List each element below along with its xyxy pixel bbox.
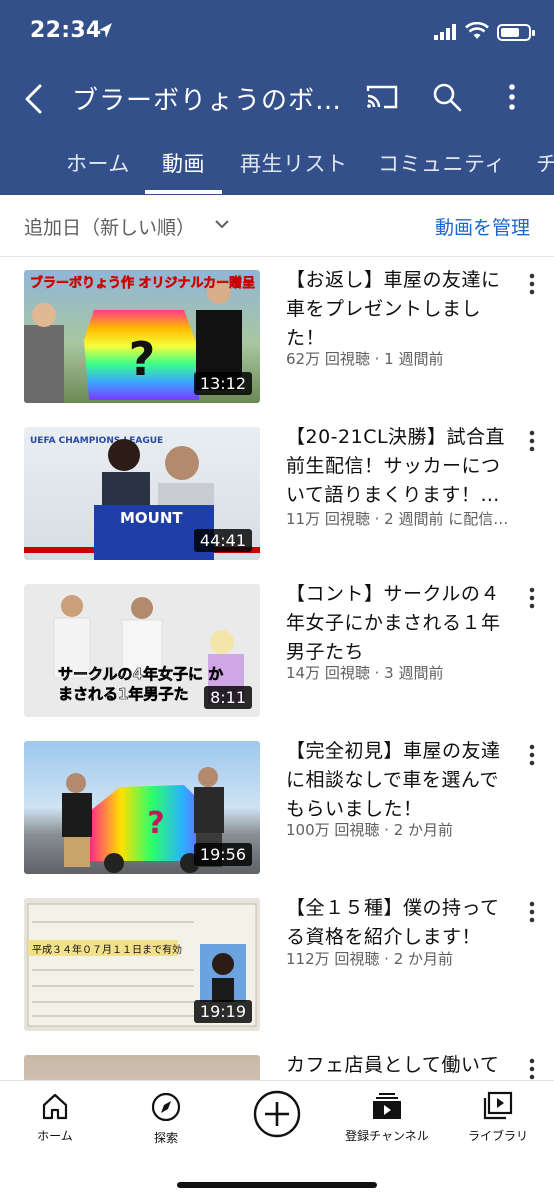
explore-icon: [151, 1092, 181, 1122]
video-meta: 112万 回視聴 · 2 か月前: [286, 950, 454, 968]
nav-label: ライブラリ: [467, 1129, 528, 1143]
video-meta: 11万 回視聴 · 2 週間前 に配信…: [286, 510, 509, 528]
back-arrow-icon[interactable]: [20, 82, 50, 116]
cellular-signal-icon: [434, 24, 456, 40]
more-vert-icon[interactable]: [522, 272, 542, 296]
video-thumbnail[interactable]: UEFA CHAMPIONS LEAGUE MOUNT 44:41: [24, 427, 260, 560]
video-duration: 19:19: [193, 1000, 252, 1023]
app-bar: ブラーボりょうのボ…: [0, 66, 554, 128]
video-thumbnail[interactable]: [24, 1055, 260, 1080]
video-thumbnail[interactable]: ? ブラーボりょう作 オリジナルカー贈呈 13:12: [24, 270, 260, 403]
manage-videos-link[interactable]: 動画を管理: [435, 213, 530, 240]
nav-library[interactable]: ライブラリ: [443, 1091, 553, 1144]
thumbnail-caption: 平成３４年０７月１１日まで有効: [32, 945, 182, 956]
video-meta: 100万 回視聴 · 2 か月前: [286, 821, 454, 839]
cast-icon[interactable]: [366, 84, 398, 110]
thumbnail-caption: ?: [147, 806, 164, 841]
video-duration: 13:12: [193, 372, 252, 395]
location-arrow-icon: [99, 23, 112, 38]
subscriptions-icon: [373, 1093, 401, 1119]
library-icon: [483, 1091, 513, 1120]
chevron-down-icon[interactable]: [214, 219, 230, 229]
channel-title: ブラーボりょうのボ…: [72, 86, 343, 116]
wifi-icon: [465, 22, 489, 39]
nav-label: ホーム: [37, 1129, 73, 1143]
create-icon: [253, 1090, 301, 1138]
video-title[interactable]: カフェ店員として働いて: [286, 1051, 518, 1080]
more-vert-icon[interactable]: [522, 586, 542, 610]
video-meta: 62万 回視聴 · 1 週間前: [286, 350, 444, 368]
status-time: 22:34: [30, 18, 102, 43]
video-item[interactable]: カフェ店員として働いて: [0, 1043, 554, 1080]
more-vert-icon[interactable]: [522, 743, 542, 767]
video-meta: 14万 回視聴 · 3 週間前: [286, 664, 444, 682]
channel-tabs: ホーム 動画 再生リスト コミュニティ チ: [0, 128, 554, 195]
tab-community[interactable]: コミュニティ: [378, 148, 506, 178]
more-vert-icon[interactable]: [522, 900, 542, 924]
video-item[interactable]: UEFA CHAMPIONS LEAGUE MOUNT 44:41 【20-21…: [0, 415, 554, 572]
video-thumbnail[interactable]: サークルの4年女子に かまされる1年男子た 8:11: [24, 584, 260, 717]
channel-header: 22:34 ブラーボりょうのボ… ホーム 動画 再生リスト コミュニティ チ: [0, 0, 554, 195]
nav-label: 探索: [153, 1131, 178, 1145]
thumbnail-caption: MOUNT: [120, 509, 183, 527]
nav-create[interactable]: [222, 1090, 332, 1139]
more-vert-icon[interactable]: [522, 429, 542, 453]
video-duration: 8:11: [204, 686, 252, 709]
nav-explore[interactable]: 探索: [111, 1091, 221, 1146]
thumbnail-caption: ブラーボりょう作 オリジナルカー贈呈: [30, 276, 256, 292]
more-vert-icon[interactable]: [522, 1057, 542, 1080]
nav-label: 登録チャンネル: [345, 1129, 429, 1143]
tab-channels[interactable]: チ: [536, 148, 554, 178]
video-duration: 19:56: [193, 843, 252, 866]
status-bar: 22:34: [0, 0, 554, 66]
tab-playlists[interactable]: 再生リスト: [240, 148, 348, 178]
svg-text:UEFA CHAMPIONS LEAGUE: UEFA CHAMPIONS LEAGUE: [30, 436, 163, 446]
nav-home[interactable]: ホーム: [0, 1091, 110, 1144]
video-title[interactable]: 【完全初見】車屋の友達に相談なしで車を選んでもらいました！: [286, 737, 518, 825]
sort-dropdown[interactable]: 追加日（新しい順）: [24, 213, 195, 240]
video-item[interactable]: ? 19:56 【完全初見】車屋の友達に相談なしで車を選んでもらいました！ 10…: [0, 729, 554, 886]
svg-text:?: ?: [129, 332, 156, 386]
more-vert-icon[interactable]: [500, 82, 524, 112]
sort-row: 追加日（新しい順） 動画を管理: [0, 195, 554, 257]
video-thumbnail[interactable]: 平成３４年０７月１１日まで有効 19:19: [24, 898, 260, 1031]
home-icon: [42, 1093, 68, 1120]
tab-home[interactable]: ホーム: [66, 148, 130, 178]
nav-subscriptions[interactable]: 登録チャンネル: [332, 1091, 442, 1144]
tab-videos[interactable]: 動画: [162, 148, 205, 178]
video-item[interactable]: ? ブラーボりょう作 オリジナルカー贈呈 13:12 【お返し】車屋の友達に車を…: [0, 258, 554, 415]
video-thumbnail[interactable]: ? 19:56: [24, 741, 260, 874]
video-item[interactable]: サークルの4年女子に かまされる1年男子た 8:11 【コント】サークルの４年女…: [0, 572, 554, 729]
video-item[interactable]: 平成３４年０７月１１日まで有効 19:19 【全１５種】僕の持ってる資格を紹介し…: [0, 886, 554, 1043]
home-indicator: [177, 1182, 377, 1188]
video-duration: 44:41: [193, 529, 252, 552]
battery-icon: [497, 24, 535, 41]
video-title[interactable]: 【お返し】車屋の友達に車をプレゼントしました！: [286, 266, 518, 354]
video-title[interactable]: 【全１５種】僕の持ってる資格を紹介します！: [286, 894, 518, 952]
video-title[interactable]: 【コント】サークルの４年女子にかまされる１年男子たち: [286, 580, 518, 668]
active-tab-indicator: [145, 190, 222, 194]
video-title[interactable]: 【20-21CL決勝】試合直前生配信！サッカーについて語りまくります！…: [286, 423, 518, 511]
search-icon[interactable]: [432, 82, 462, 112]
